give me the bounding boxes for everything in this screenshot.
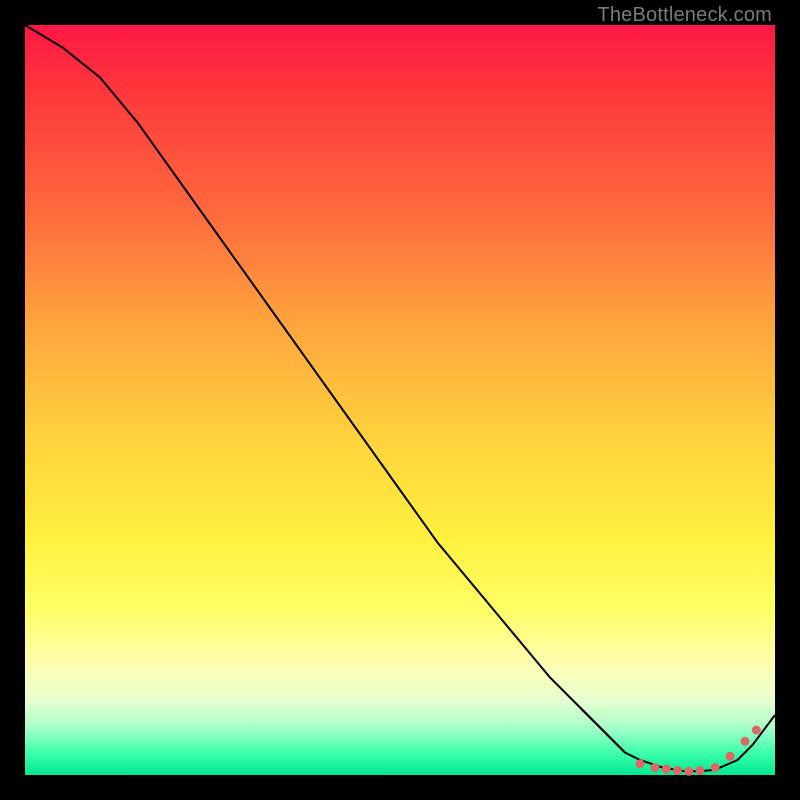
data-dot — [673, 766, 682, 775]
data-dot — [651, 763, 660, 772]
data-dot — [696, 766, 705, 775]
bottleneck-curve — [25, 25, 775, 771]
data-dot — [684, 767, 693, 776]
data-dot — [662, 765, 671, 774]
watermark-label: TheBottleneck.com — [597, 4, 772, 27]
highlight-segment — [580, 708, 625, 753]
gradient-plot-area — [25, 25, 775, 775]
data-dot — [741, 737, 750, 746]
data-dot — [752, 726, 761, 735]
marker-layer — [580, 708, 761, 776]
data-dot — [711, 763, 720, 772]
curve-layer — [25, 25, 775, 775]
data-dot — [726, 752, 735, 761]
data-dot — [636, 759, 645, 768]
chart-stage: TheBottleneck.com — [0, 0, 800, 800]
